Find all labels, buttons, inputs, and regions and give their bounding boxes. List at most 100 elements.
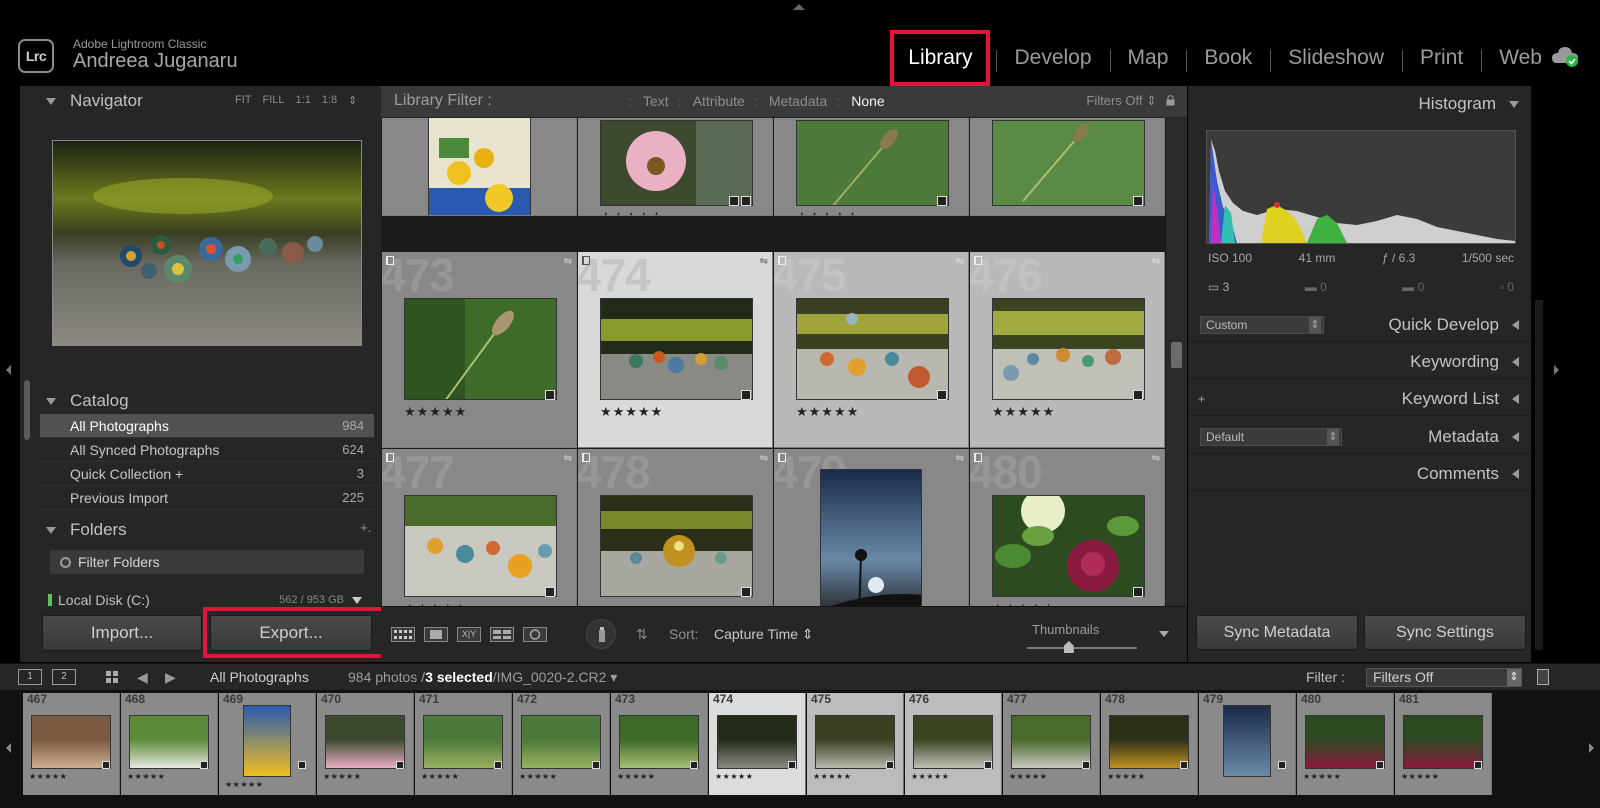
zoom-1-1-option[interactable]: 1:1 xyxy=(296,94,311,107)
module-develop-tab[interactable]: Develop xyxy=(996,46,1109,72)
photo-thumbnail[interactable] xyxy=(796,120,949,206)
catalog-header[interactable]: Catalog xyxy=(20,387,387,415)
photo-thumbnail[interactable] xyxy=(600,495,753,597)
grid-scroll-thumb[interactable] xyxy=(1171,342,1182,368)
filmstrip-thumbnail[interactable] xyxy=(619,715,699,769)
filmstrip-cell[interactable]: 478 ★★★★★ xyxy=(1101,693,1198,795)
filmstrip-cell[interactable]: 471 ★★★★★ xyxy=(415,693,512,795)
star-rating[interactable]: ★★★★★ xyxy=(127,772,165,781)
cloud-sync-icon[interactable] xyxy=(1550,43,1580,69)
thumbnail-size-slider[interactable] xyxy=(1027,647,1137,649)
star-rating[interactable]: ★★★★★ xyxy=(1107,772,1145,781)
zoom-1-8-option[interactable]: 1:8 xyxy=(322,94,337,107)
photo-thumbnail[interactable] xyxy=(428,118,531,215)
grid-view-icon[interactable] xyxy=(106,671,118,683)
saved-preset-select[interactable]: Custom xyxy=(1200,316,1324,334)
filmstrip-thumbnail[interactable] xyxy=(521,715,601,769)
filmstrip-filter-select[interactable]: Filters Off xyxy=(1366,668,1522,687)
filter-folders-input[interactable]: Filter Folders xyxy=(50,550,364,574)
grid-cell[interactable]: ★★★★★ xyxy=(578,118,773,216)
grid-cell[interactable] xyxy=(970,118,1165,216)
module-book-tab[interactable]: Book xyxy=(1186,46,1270,72)
filmstrip-cell[interactable]: 467 ★★★★★ xyxy=(23,693,120,795)
star-rating[interactable]: ★★★★★ xyxy=(1303,772,1341,781)
star-rating[interactable]: ★★★★★ xyxy=(1009,772,1047,781)
add-keyword-plus-icon[interactable]: + xyxy=(1198,392,1205,406)
star-rating[interactable]: ★★★★★ xyxy=(813,772,851,781)
lock-icon[interactable] xyxy=(1166,95,1175,106)
module-slideshow-tab[interactable]: Slideshow xyxy=(1270,46,1402,72)
sort-direction-icon[interactable]: ⇅ xyxy=(636,626,648,643)
zoom-fill-option[interactable]: FILL xyxy=(263,94,285,107)
red-eye-tool[interactable]: ▬ 0 xyxy=(1402,280,1424,294)
add-folder-plus-icon[interactable]: +. xyxy=(360,520,371,535)
filmstrip-thumbnail[interactable] xyxy=(913,715,993,769)
collapse-right-panel-arrow-icon[interactable] xyxy=(1554,365,1559,375)
people-view-icon[interactable] xyxy=(523,627,547,642)
zoom-menu-icon[interactable]: ⇕ xyxy=(348,94,357,107)
filmstrip-thumbnail[interactable] xyxy=(325,715,405,769)
star-rating[interactable]: ★★★★★ xyxy=(1401,772,1439,781)
keywording-header[interactable]: Keywording xyxy=(1188,345,1531,379)
star-rating[interactable]: ★★★★★ xyxy=(519,772,557,781)
flag-icon[interactable] xyxy=(778,256,786,265)
filter-tab-metadata[interactable]: Metadata xyxy=(754,93,839,109)
catalog-item-quick-collection[interactable]: Quick Collection + 3 xyxy=(40,462,374,486)
forward-arrow-icon[interactable]: ▶ xyxy=(165,669,176,686)
filmstrip-thumbnail[interactable] xyxy=(1305,715,1385,769)
photo-thumbnail[interactable] xyxy=(600,298,753,400)
grid-cell[interactable]: 478 ⇋ xyxy=(578,449,773,606)
collapse-top-panel-arrow-icon[interactable] xyxy=(793,4,805,10)
zoom-fit-option[interactable]: FIT xyxy=(235,94,252,107)
grid-cell-selected[interactable]: 476 ⇋ ★★★★★ xyxy=(970,252,1165,448)
filmstrip-thumbnail[interactable] xyxy=(243,705,291,777)
grid-cell-selected[interactable]: 475 ⇋ ★★★★★ xyxy=(774,252,969,448)
grid-cell[interactable]: ★★★★★ xyxy=(774,118,969,216)
star-rating[interactable]: ★★★★★ xyxy=(29,772,67,781)
photo-thumbnail[interactable] xyxy=(600,120,753,206)
filmstrip-info[interactable]: 984 photos /3 selected/IMG_0020-2.CR2 ▾ xyxy=(348,669,617,686)
module-map-tab[interactable]: Map xyxy=(1109,46,1187,72)
compare-view-icon[interactable]: X|Y xyxy=(457,627,481,642)
filmstrip-thumbnail[interactable] xyxy=(423,715,503,769)
filmstrip-source[interactable]: All Photographs xyxy=(210,669,309,685)
star-rating[interactable]: ★★★★★ xyxy=(911,772,949,781)
filter-switch-icon[interactable] xyxy=(1537,669,1549,685)
sort-dropdown[interactable]: Capture Time ⇕ xyxy=(714,626,814,643)
filmstrip-collapse-left-arrow-icon[interactable] xyxy=(6,743,11,753)
toolbar-options-arrow-icon[interactable] xyxy=(1159,631,1169,637)
histogram-header[interactable]: Histogram xyxy=(1188,86,1531,122)
filmstrip-thumbnail[interactable] xyxy=(1223,705,1271,777)
flag-icon[interactable] xyxy=(582,256,590,265)
star-rating[interactable]: ★★★★★ xyxy=(600,404,663,420)
disk-menu-arrow-icon[interactable] xyxy=(352,596,362,604)
filter-tab-text[interactable]: Text xyxy=(628,93,681,109)
filmstrip-cell[interactable]: 469 ★★★★★ xyxy=(219,693,316,795)
module-web-tab[interactable]: Web xyxy=(1481,46,1560,72)
module-print-tab[interactable]: Print xyxy=(1402,46,1481,72)
filmstrip-cell[interactable]: 473 ★★★★★ xyxy=(611,693,708,795)
navigator-preview-image[interactable] xyxy=(52,140,362,346)
photo-thumbnail[interactable] xyxy=(820,469,922,606)
back-arrow-icon[interactable]: ◀ xyxy=(137,669,148,686)
star-rating[interactable]: ★★★★★ xyxy=(323,772,361,781)
sync-metadata-button[interactable]: Sync Metadata xyxy=(1196,615,1358,650)
filmstrip-cell[interactable]: 470 ★★★★★ xyxy=(317,693,414,795)
photo-thumbnail[interactable] xyxy=(796,298,949,400)
import-button[interactable]: Import... xyxy=(42,615,202,651)
crop-tool[interactable]: ▭ 3 xyxy=(1208,280,1229,294)
grid-cell[interactable]: 479 ⇋ xyxy=(774,449,969,606)
star-rating[interactable]: ★★★★★ xyxy=(796,404,859,420)
filmstrip-thumbnail[interactable] xyxy=(129,715,209,769)
comments-header[interactable]: Comments xyxy=(1188,457,1531,491)
flag-icon[interactable] xyxy=(778,453,786,462)
flag-icon[interactable] xyxy=(974,256,982,265)
filmstrip-cell-selected[interactable]: 476 ★★★★★ xyxy=(905,693,1002,795)
filmstrip-thumbnail[interactable] xyxy=(1403,715,1483,769)
star-rating[interactable]: ★★★★★ xyxy=(796,209,859,215)
catalog-item-all-synced-photographs[interactable]: All Synced Photographs 624 xyxy=(40,438,374,462)
survey-view-icon[interactable] xyxy=(490,627,514,642)
filmstrip-collapse-right-arrow-icon[interactable] xyxy=(1589,743,1594,753)
filter-presets-dropdown[interactable]: Filters Off ⇕ xyxy=(1086,93,1157,109)
filmstrip-thumbnail[interactable] xyxy=(1011,715,1091,769)
